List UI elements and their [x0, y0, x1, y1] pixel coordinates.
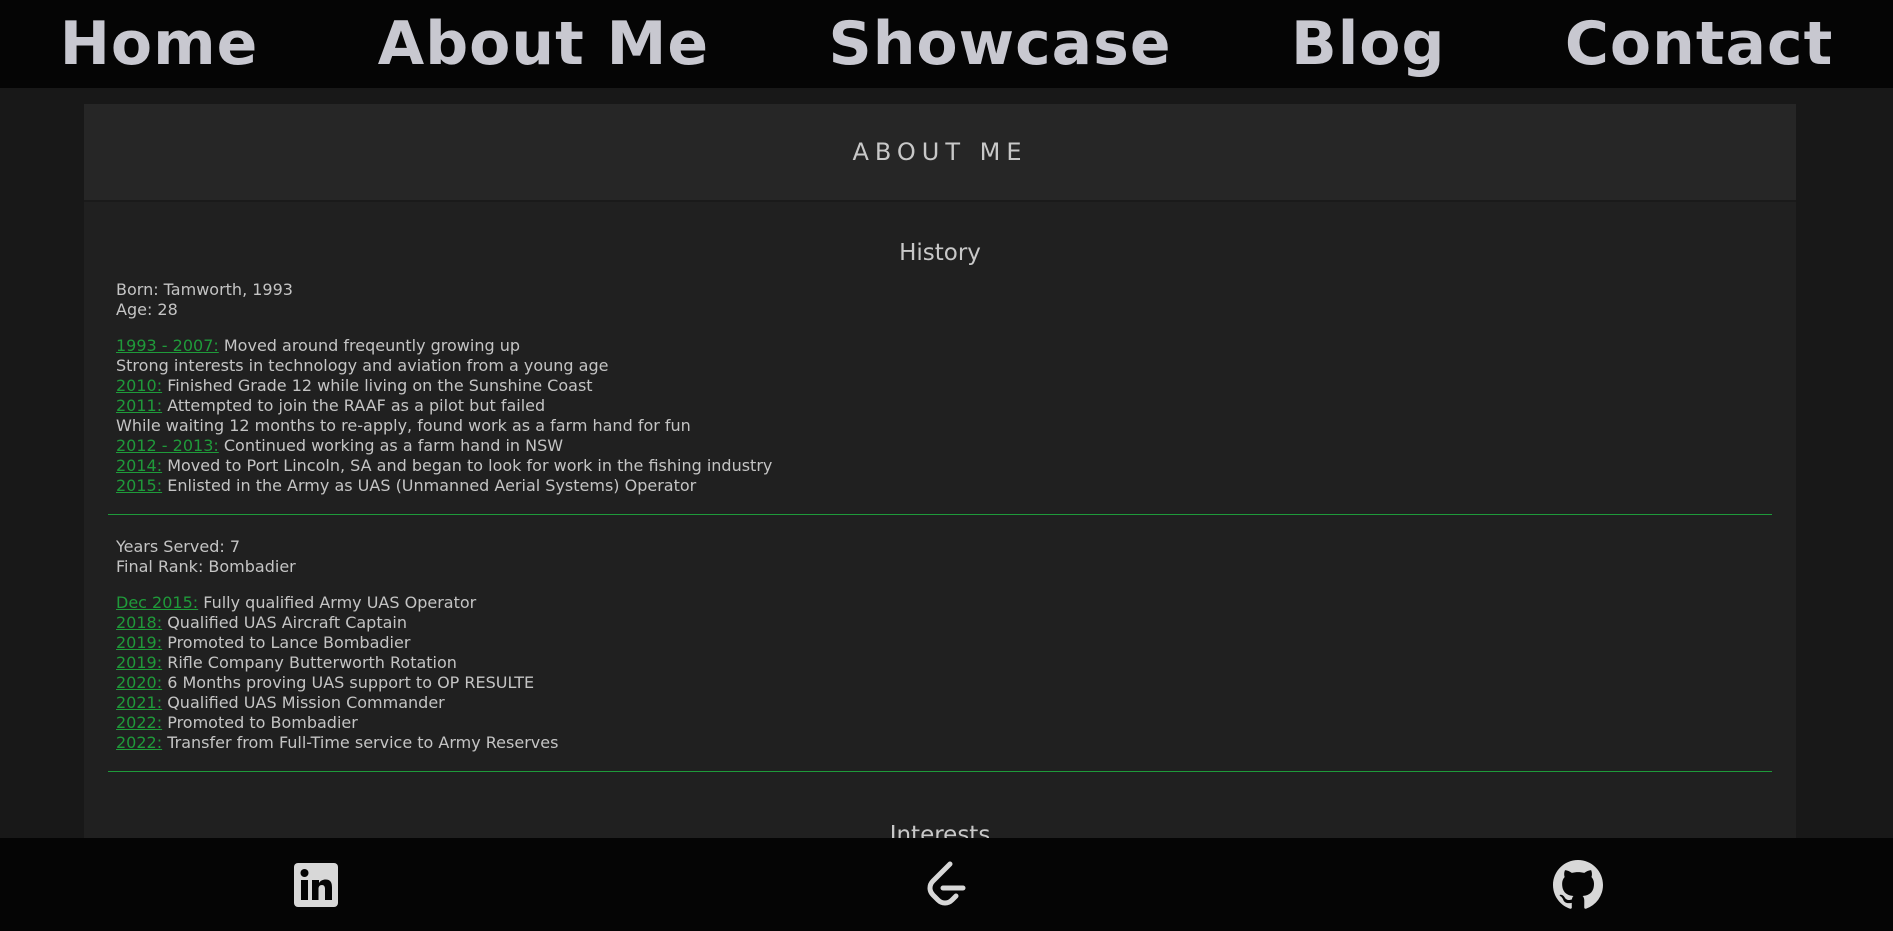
timeline-text: Continued working as a farm hand in NSW [223, 436, 564, 455]
timeline-entry: 2012 - 2013: Continued working as a farm… [116, 436, 1764, 456]
timeline-entry: 1993 - 2007: Moved around freqeuntly gro… [116, 336, 1764, 356]
timeline-text: Moved around freqeuntly growing up [223, 336, 521, 355]
timeline-entry: 2018: Qualified UAS Aircraft Captain [116, 613, 1764, 633]
section-divider [108, 514, 1772, 515]
timeline-year-link[interactable]: 2012 - 2013: [116, 436, 219, 455]
nav-showcase[interactable]: Showcase [829, 14, 1172, 74]
timeline-text: Finished Grade 12 while living on the Su… [167, 376, 593, 395]
about-card: ABOUT ME History Born: Tamworth, 1993 Ag… [84, 104, 1796, 864]
leetcode-icon[interactable] [922, 860, 972, 910]
years-served-text: Years Served: 7 [116, 537, 240, 556]
history-block: Born: Tamworth, 1993 Age: 28 1993 - 2007… [84, 280, 1796, 496]
timeline-year-link[interactable]: Dec 2015: [116, 593, 198, 612]
timeline-entry: While waiting 12 months to re-apply, fou… [116, 416, 1764, 436]
timeline-entry: 2011: Attempted to join the RAAF as a pi… [116, 396, 1764, 416]
timeline-text: 6 Months proving UAS support to OP RESUL… [167, 673, 535, 692]
timeline-entry: 2010: Finished Grade 12 while living on … [116, 376, 1764, 396]
page-title: ABOUT ME [852, 138, 1028, 166]
timeline-text: Fully qualified Army UAS Operator [203, 593, 477, 612]
timeline-year-link[interactable]: 2021: [116, 693, 162, 712]
final-rank-text: Final Rank: Bombadier [116, 557, 296, 576]
timeline-entry: Strong interests in technology and aviat… [116, 356, 1764, 376]
timeline-entry: 2019: Promoted to Lance Bombadier [116, 633, 1764, 653]
timeline-text: While waiting 12 months to re-apply, fou… [116, 416, 691, 435]
history-title: History [899, 240, 981, 266]
timeline-text: Promoted to Lance Bombadier [167, 633, 411, 652]
timeline-text: Enlisted in the Army as UAS (Unmanned Ae… [167, 476, 697, 495]
timeline-year-link[interactable]: 2019: [116, 653, 162, 672]
timeline-entry: 2019: Rifle Company Butterworth Rotation [116, 653, 1764, 673]
age-text: Age: 28 [116, 300, 178, 319]
timeline-year-link[interactable]: 2022: [116, 713, 162, 732]
nav-about-me[interactable]: About Me [378, 14, 709, 74]
timeline-entry: 2015: Enlisted in the Army as UAS (Unman… [116, 476, 1764, 496]
timeline-year-link[interactable]: 2022: [116, 733, 162, 752]
timeline-entry: 2022: Transfer from Full-Time service to… [116, 733, 1764, 753]
timeline-entry: 2014: Moved to Port Lincoln, SA and bega… [116, 456, 1764, 476]
linkedin-icon[interactable] [291, 860, 341, 910]
section-divider [108, 771, 1772, 772]
timeline-year-link[interactable]: 2011: [116, 396, 162, 415]
timeline-year-link[interactable]: 2019: [116, 633, 162, 652]
army-block: Years Served: 7 Final Rank: Bombadier De… [84, 537, 1796, 753]
nav-home[interactable]: Home [60, 14, 259, 74]
nav-contact[interactable]: Contact [1565, 14, 1833, 74]
timeline-text: Qualified UAS Mission Commander [167, 693, 445, 712]
card-header: ABOUT ME [84, 104, 1796, 202]
timeline-text: Moved to Port Lincoln, SA and began to l… [167, 456, 773, 475]
army-timeline: Dec 2015: Fully qualified Army UAS Opera… [116, 593, 1764, 753]
timeline-year-link[interactable]: 2018: [116, 613, 162, 632]
timeline-year-link[interactable]: 2010: [116, 376, 162, 395]
footer [0, 838, 1893, 931]
timeline-year-link[interactable]: 2020: [116, 673, 162, 692]
timeline-text: Attempted to join the RAAF as a pilot bu… [167, 396, 546, 415]
timeline-entry: 2021: Qualified UAS Mission Commander [116, 693, 1764, 713]
nav-blog[interactable]: Blog [1291, 14, 1445, 74]
timeline-year-link[interactable]: 1993 - 2007: [116, 336, 219, 355]
timeline-text: Strong interests in technology and aviat… [116, 356, 609, 375]
timeline-text: Promoted to Bombadier [167, 713, 358, 732]
history-timeline: 1993 - 2007: Moved around freqeuntly gro… [116, 336, 1764, 496]
timeline-entry: 2020: 6 Months proving UAS support to OP… [116, 673, 1764, 693]
github-icon[interactable] [1552, 859, 1603, 910]
timeline-year-link[interactable]: 2015: [116, 476, 162, 495]
top-nav: Home About Me Showcase Blog Contact [0, 0, 1893, 88]
timeline-year-link[interactable]: 2014: [116, 456, 162, 475]
timeline-entry: Dec 2015: Fully qualified Army UAS Opera… [116, 593, 1764, 613]
born-text: Born: Tamworth, 1993 [116, 280, 293, 299]
timeline-entry: 2022: Promoted to Bombadier [116, 713, 1764, 733]
timeline-text: Qualified UAS Aircraft Captain [167, 613, 407, 632]
timeline-text: Rifle Company Butterworth Rotation [167, 653, 457, 672]
timeline-text: Transfer from Full-Time service to Army … [167, 733, 559, 752]
